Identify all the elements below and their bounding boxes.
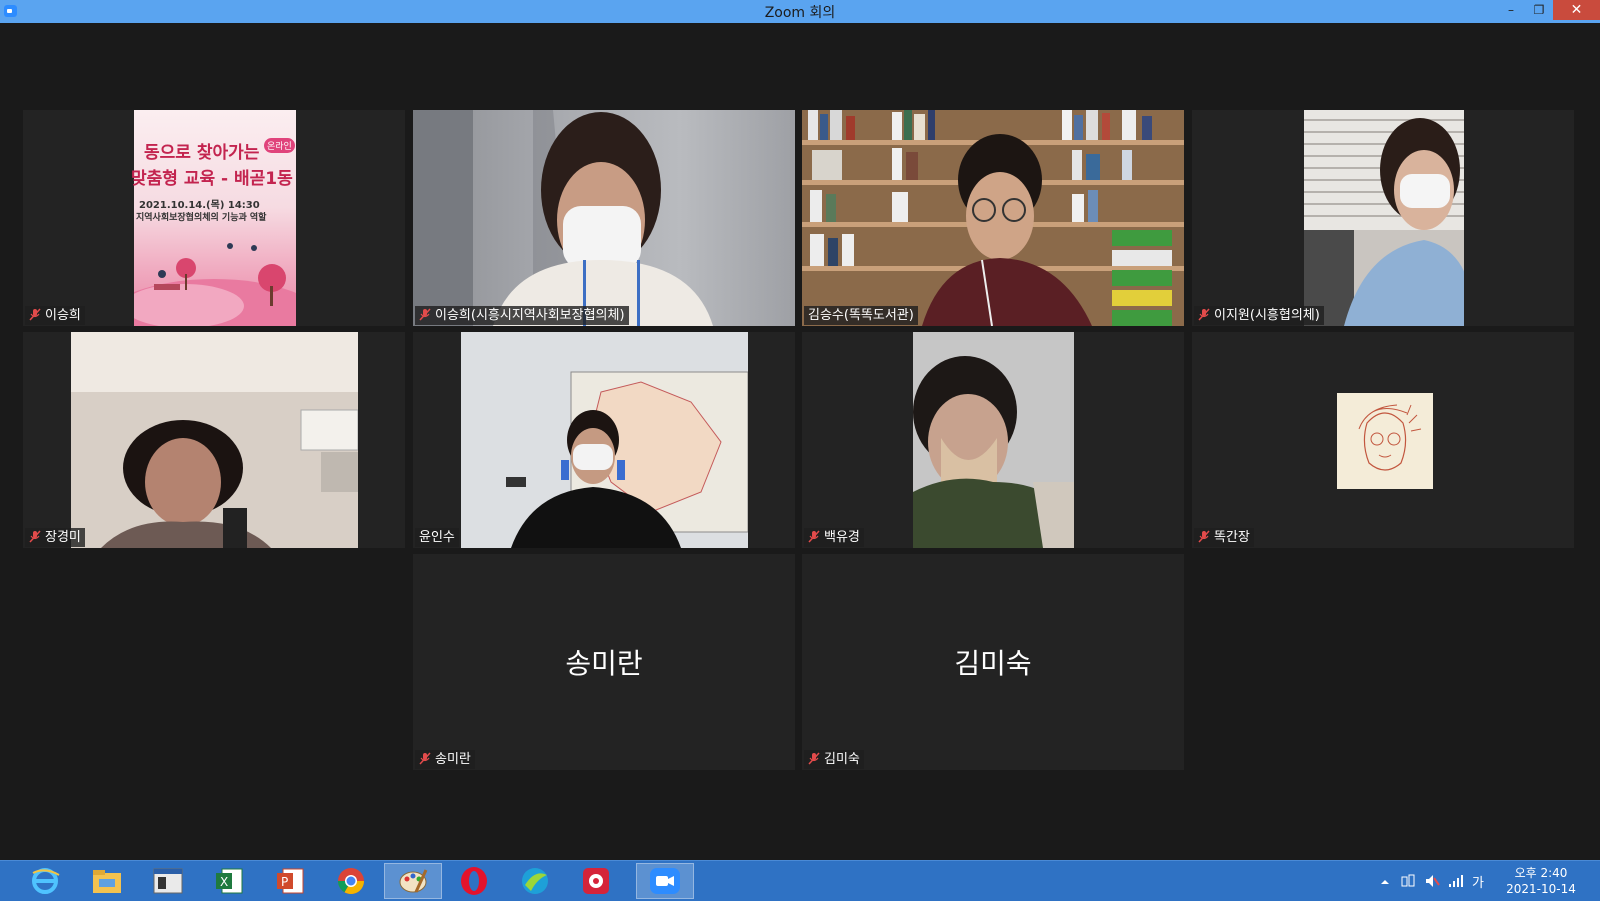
- person-silhouette: [413, 110, 713, 326]
- participant-name-tag: 김승수(똑똑도서관): [804, 306, 918, 325]
- minimize-button[interactable]: –: [1497, 0, 1525, 20]
- paint-icon[interactable]: [384, 863, 442, 899]
- shared-poster: 온라인 동으로 찾아가는 맞춤형 교육 - 배곧1동 2021.10.14.(목…: [131, 110, 296, 326]
- signal-icon[interactable]: [1448, 873, 1464, 889]
- participant-video: [802, 110, 1184, 326]
- participant-name: 이승희: [45, 308, 81, 323]
- muted-mic-icon: [29, 530, 41, 543]
- poster-badge: 온라인: [264, 138, 295, 153]
- muted-mic-icon: [1198, 530, 1210, 543]
- ie-icon[interactable]: [16, 863, 74, 899]
- muted-mic-icon: [808, 530, 820, 543]
- title-bar: Zoom 회의 – ❐ ✕: [0, 0, 1600, 23]
- participant-display-name: 김미숙: [954, 647, 1032, 680]
- ime-indicator[interactable]: 가: [1472, 872, 1484, 891]
- close-button[interactable]: ✕: [1553, 0, 1600, 20]
- poster-line2: 맞춤형 교육 - 배곧1동: [131, 169, 293, 189]
- tray-expand-icon[interactable]: [1380, 877, 1390, 887]
- participant-name: 윤인수: [419, 530, 455, 545]
- muted-mic-icon: [1198, 308, 1210, 321]
- windows-taskbar: X P 가 오후 2:40 2021-10-14: [0, 860, 1600, 901]
- muted-mic-icon: [419, 752, 431, 765]
- participant-video: [461, 332, 748, 548]
- participant-video: [71, 332, 358, 548]
- participant-name-tag: 송미란: [415, 750, 475, 769]
- system-tray: 가: [1376, 861, 1486, 901]
- participant-tile[interactable]: 장경미: [23, 332, 405, 548]
- taskbar-clock[interactable]: 오후 2:40 2021-10-14: [1496, 865, 1586, 897]
- window-title: Zoom 회의: [764, 5, 836, 21]
- excel-icon[interactable]: X: [200, 863, 258, 899]
- muted-mic-icon: [29, 308, 41, 321]
- participant-name: 이승희(시흥시지역사회보장협의체): [435, 308, 625, 323]
- participant-name: 장경미: [45, 530, 81, 545]
- file-explorer-icon[interactable]: [78, 863, 136, 899]
- participant-name-tag: 장경미: [25, 528, 85, 547]
- clock-date: 2021-10-14: [1506, 882, 1576, 896]
- participant-tile[interactable]: 온라인 동으로 찾아가는 맞춤형 교육 - 배곧1동 2021.10.14.(목…: [23, 110, 405, 326]
- restore-button[interactable]: ❐: [1525, 0, 1553, 20]
- participant-tile[interactable]: 이지원(시흥협의체): [1192, 110, 1574, 326]
- participant-name-tag: 김미숙: [804, 750, 864, 769]
- person-silhouette: [913, 332, 1074, 548]
- participant-tile[interactable]: 백유경: [802, 332, 1184, 548]
- participant-name: 똑간장: [1214, 530, 1250, 545]
- poster-date: 2021.10.14.(목) 14:30: [139, 200, 260, 211]
- participant-name-tag: 이지원(시흥협의체): [1194, 306, 1324, 325]
- participant-tile[interactable]: 윤인수: [413, 332, 795, 548]
- zoom-icon[interactable]: [636, 863, 694, 899]
- participant-name-tag: 똑간장: [1194, 528, 1254, 547]
- person-silhouette: [461, 332, 748, 548]
- participant-name: 김미숙: [824, 752, 860, 767]
- person-silhouette: [1304, 110, 1464, 326]
- participant-tile[interactable]: 이승희(시흥시지역사회보장협의체): [413, 110, 795, 326]
- participant-tile-active-speaker[interactable]: 김승수(똑똑도서관): [802, 110, 1184, 326]
- participant-name: 김승수(똑똑도서관): [808, 308, 914, 323]
- muted-mic-icon: [808, 752, 820, 765]
- opera-icon[interactable]: [445, 863, 503, 899]
- participant-display-name: 송미란: [565, 647, 643, 680]
- participant-name-tag: 이승희(시흥시지역사회보장협의체): [415, 306, 629, 325]
- participant-name-tag: 백유경: [804, 528, 864, 547]
- participant-tile[interactable]: 김미숙 김미숙: [802, 554, 1184, 770]
- participant-tile[interactable]: 송미란 송미란: [413, 554, 795, 770]
- muted-mic-icon: [419, 308, 431, 321]
- poster-subtitle: 지역사회보장협의체의 기능과 역할: [136, 213, 267, 223]
- participant-name: 송미란: [435, 752, 471, 767]
- participant-name-tag: 윤인수: [415, 528, 459, 547]
- participant-name-tag: 이승희: [25, 306, 85, 325]
- participant-name: 이지원(시흥협의체): [1214, 308, 1320, 323]
- bookshelf-background: [802, 110, 1184, 326]
- poster-line1: 동으로 찾아가는: [144, 143, 260, 163]
- network-icon[interactable]: [1400, 873, 1416, 889]
- participant-video: [413, 110, 795, 326]
- svg-text:P: P: [281, 875, 288, 889]
- profile-avatar: [1337, 393, 1433, 489]
- svg-text:X: X: [220, 875, 228, 889]
- sketch-face-icon: [1358, 404, 1422, 471]
- swift-icon[interactable]: [506, 863, 564, 899]
- participant-video: [1304, 110, 1464, 326]
- app-red-icon[interactable]: [567, 863, 625, 899]
- poster-illustration: [134, 243, 296, 326]
- speaker-muted-icon[interactable]: [1424, 873, 1440, 889]
- participant-name: 백유경: [824, 530, 860, 545]
- clock-time: 오후 2:40: [1514, 866, 1568, 880]
- participant-tile[interactable]: 똑간장: [1192, 332, 1574, 548]
- powerpoint-icon[interactable]: P: [261, 863, 319, 899]
- window-icon[interactable]: [139, 863, 197, 899]
- participant-video: [913, 332, 1074, 548]
- person-silhouette: [71, 332, 358, 548]
- chrome-icon[interactable]: [322, 863, 380, 899]
